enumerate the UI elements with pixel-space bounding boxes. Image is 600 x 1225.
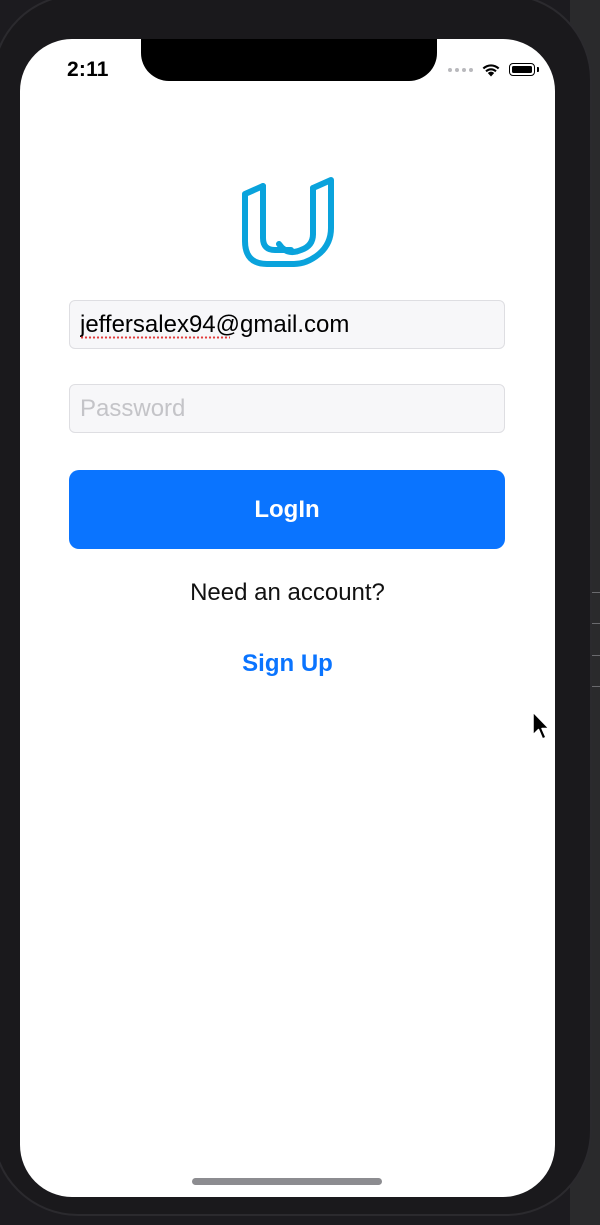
need-account-text: Need an account? bbox=[190, 579, 385, 606]
status-time: 2:11 bbox=[67, 58, 109, 81]
cellular-signal-icon bbox=[448, 67, 473, 72]
phone-screen: 2:11 LogIn Need an account? Sign Up bbox=[20, 39, 555, 1197]
status-icons bbox=[448, 62, 539, 77]
wifi-icon bbox=[482, 64, 500, 77]
login-button[interactable]: LogIn bbox=[69, 470, 505, 549]
battery-icon bbox=[509, 63, 539, 76]
notch bbox=[141, 39, 437, 81]
password-field[interactable] bbox=[69, 384, 505, 433]
email-field[interactable] bbox=[69, 300, 505, 349]
signup-link[interactable]: Sign Up bbox=[20, 650, 555, 678]
mouse-cursor-icon bbox=[532, 711, 550, 740]
udacity-logo-icon bbox=[242, 177, 334, 267]
desktop: 2:11 LogIn Need an account? Sign Up bbox=[0, 0, 600, 1225]
home-indicator[interactable] bbox=[192, 1178, 382, 1185]
spellcheck-underline bbox=[80, 336, 230, 339]
